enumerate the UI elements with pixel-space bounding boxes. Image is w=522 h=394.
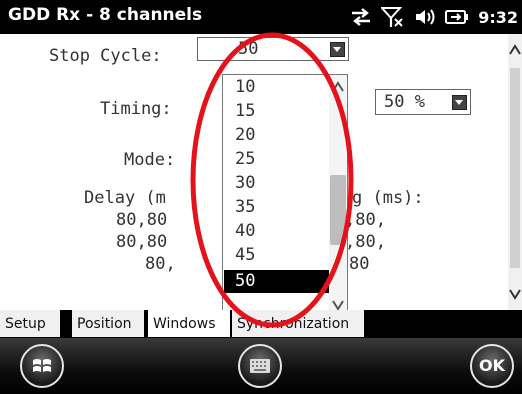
stop-cycle-value: 50 bbox=[238, 39, 259, 59]
timing-label: Timing: bbox=[100, 99, 172, 119]
mode-label: Mode: bbox=[124, 150, 176, 170]
tab-setup[interactable]: Setup bbox=[0, 310, 60, 337]
chevron-down-icon[interactable] bbox=[452, 95, 467, 110]
device-screen: GDD Rx - 8 channels 9:32 Stop Cycle: 50 … bbox=[0, 0, 522, 394]
scroll-up-icon[interactable] bbox=[331, 79, 345, 95]
dropdown-scroll-thumb[interactable] bbox=[330, 175, 346, 245]
dropdown-option[interactable]: 30 bbox=[235, 172, 255, 195]
tab-bar: Setup Position Windows Synchronization bbox=[0, 310, 522, 338]
volume-icon[interactable] bbox=[414, 7, 436, 27]
delay-value-row: 80,80 bbox=[116, 210, 168, 230]
dropdown-scrollbar[interactable] bbox=[329, 75, 347, 325]
start-button[interactable] bbox=[20, 344, 64, 388]
windows-logo-icon bbox=[33, 359, 51, 372]
stop-cycle-dropdown-list[interactable]: 10 15 20 25 30 35 40 45 50 bbox=[222, 74, 348, 326]
dropdown-option[interactable]: 45 bbox=[235, 244, 255, 267]
page-scroll-thumb[interactable] bbox=[510, 68, 520, 268]
signal-off-icon[interactable] bbox=[381, 6, 405, 28]
dropdown-option[interactable]: 40 bbox=[235, 220, 255, 243]
delay-label: Delay (m bbox=[84, 188, 166, 208]
width-value-row: ,80, bbox=[345, 232, 386, 252]
app-title: GDD Rx - 8 channels bbox=[8, 5, 203, 25]
tab-windows[interactable]: Windows bbox=[148, 310, 230, 337]
sync-icon[interactable] bbox=[350, 7, 372, 27]
width-label: g (ms): bbox=[352, 188, 424, 208]
status-bar: GDD Rx - 8 channels 9:32 bbox=[0, 0, 522, 34]
dropdown-option[interactable]: 15 bbox=[235, 100, 255, 123]
ok-button[interactable]: OK bbox=[470, 344, 514, 388]
scroll-down-icon[interactable] bbox=[509, 284, 521, 304]
settings-panel: Stop Cycle: 50 Timing: 50 % Mode: Delay … bbox=[0, 34, 522, 326]
page-scrollbar[interactable] bbox=[508, 34, 522, 310]
dropdown-option[interactable]: 35 bbox=[235, 196, 255, 219]
dropdown-option[interactable]: 20 bbox=[235, 124, 255, 147]
dropdown-option-selected[interactable]: 50 bbox=[224, 270, 340, 293]
clock[interactable]: 9:32 bbox=[478, 8, 518, 27]
delay-value-row: 80, bbox=[145, 254, 176, 274]
battery-icon[interactable] bbox=[445, 8, 469, 26]
status-icons: 9:32 bbox=[350, 4, 518, 30]
dropdown-option[interactable]: 10 bbox=[235, 76, 255, 99]
tab-position[interactable]: Position bbox=[72, 310, 144, 337]
keyboard-icon bbox=[250, 359, 270, 373]
dropdown-option[interactable]: 25 bbox=[235, 148, 255, 171]
tab-synchronization[interactable]: Synchronization bbox=[232, 310, 364, 337]
stop-cycle-label: Stop Cycle: bbox=[49, 46, 162, 66]
width-value-row: 80 bbox=[349, 254, 370, 274]
scroll-up-icon[interactable] bbox=[509, 40, 521, 60]
keyboard-button[interactable] bbox=[238, 344, 282, 388]
stop-cycle-select[interactable]: 50 bbox=[197, 37, 349, 61]
softkey-bar: OK bbox=[0, 338, 522, 394]
timing-value: 50 % bbox=[384, 92, 425, 112]
chevron-down-icon[interactable] bbox=[330, 42, 345, 57]
delay-value-row: 80,80 bbox=[116, 232, 168, 252]
ok-label: OK bbox=[479, 356, 505, 375]
timing-select[interactable]: 50 % bbox=[375, 89, 471, 115]
width-value-row: ,80, bbox=[345, 210, 386, 230]
